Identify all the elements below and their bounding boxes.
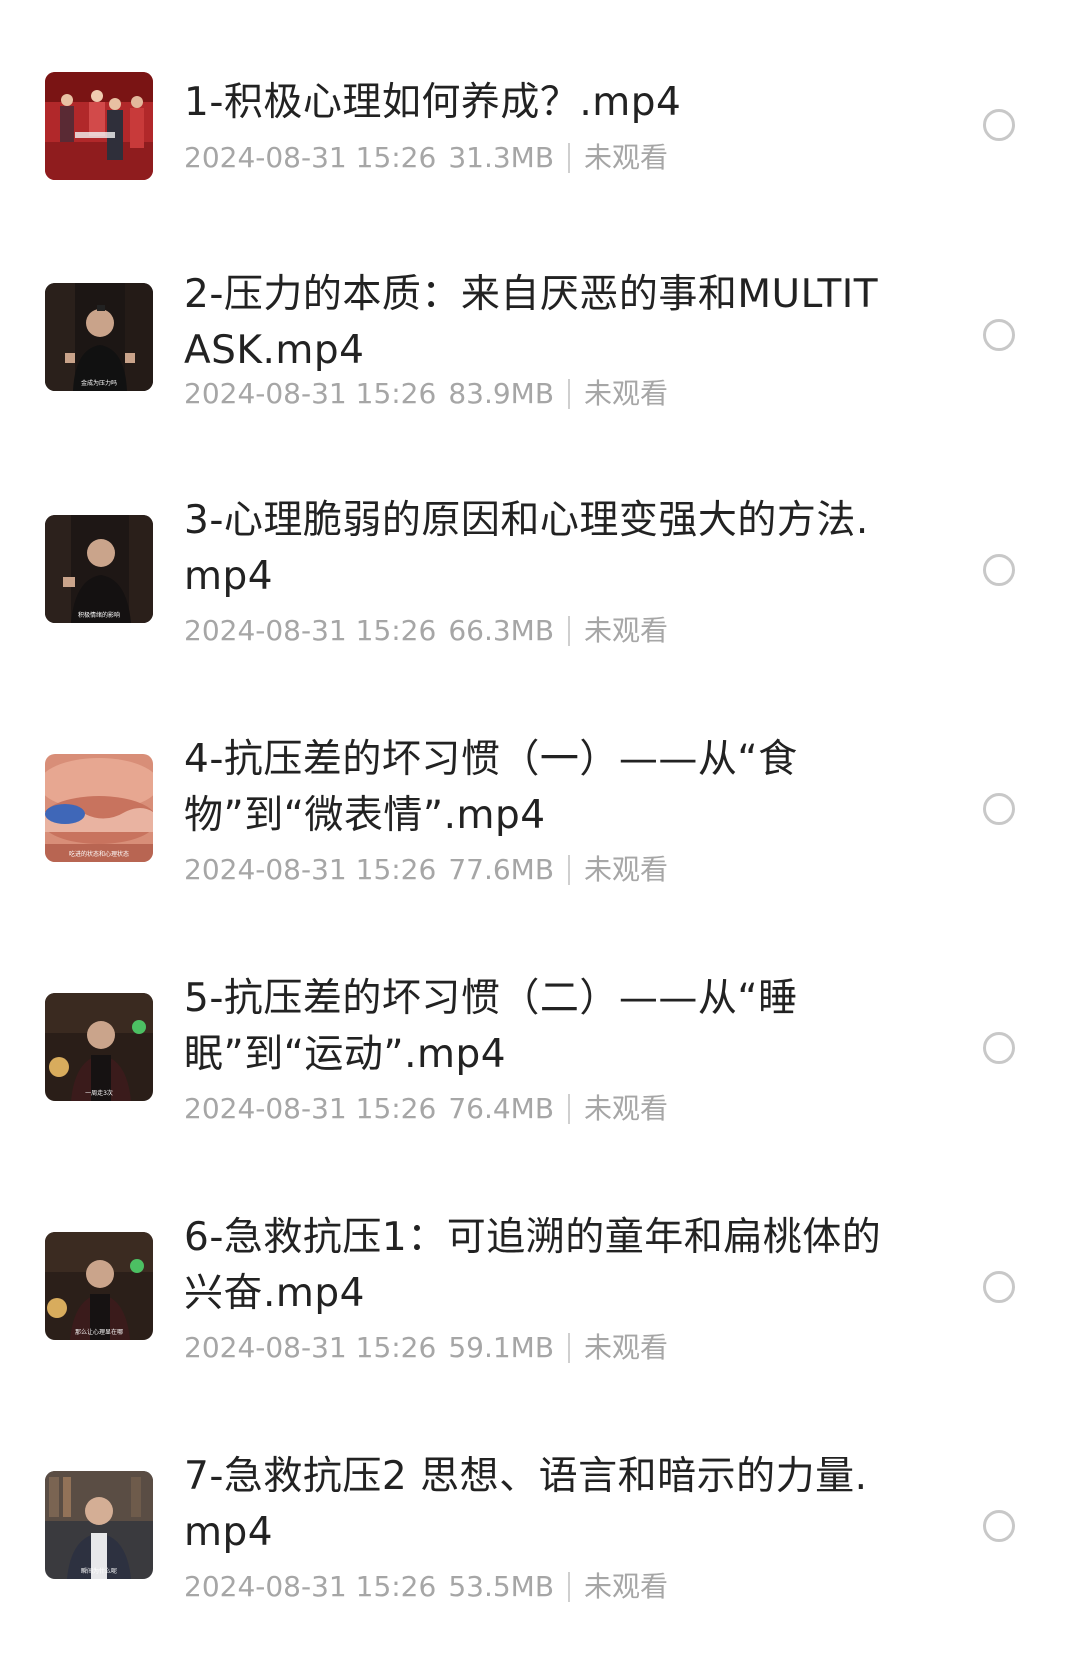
video-thumbnail: 一周走3次 — [45, 993, 153, 1101]
meta-divider — [568, 855, 571, 885]
video-thumbnail — [45, 72, 153, 180]
watch-status: 未观看 — [584, 853, 669, 886]
select-radio[interactable] — [983, 1032, 1015, 1064]
file-meta: 2024-08-31 15:26 77.6MB 未观看 — [184, 852, 668, 888]
file-name: 7-急救抗压2 思想、语言和暗示的力量.mp4 — [184, 1454, 868, 1555]
select-radio[interactable] — [983, 793, 1015, 825]
select-radio[interactable] — [983, 109, 1015, 141]
select-radio[interactable] — [983, 1271, 1015, 1303]
watch-status: 未观看 — [584, 377, 669, 410]
select-radio[interactable] — [983, 554, 1015, 586]
file-meta: 2024-08-31 15:26 66.3MB 未观看 — [184, 613, 668, 649]
meta-divider — [568, 1333, 571, 1363]
file-size: 77.6MB — [448, 853, 555, 886]
thumbnail-caption: 瞬间为什么呢 — [80, 1568, 117, 1575]
watch-status: 未观看 — [584, 1570, 669, 1603]
thumbnail-caption: 吃进的状态和心理状态 — [68, 851, 129, 858]
file-name: 4-抗压差的坏习惯（一）——从“食物”到“微表情”.mp4 — [184, 737, 798, 838]
file-list: 1-积极心理如何养成？.mp4 2024-08-31 15:26 31.3MB … — [0, 0, 1080, 1654]
file-name: 1-积极心理如何养成？.mp4 — [184, 80, 682, 125]
watch-status: 未观看 — [584, 141, 669, 174]
meta-divider — [568, 143, 571, 173]
file-date: 2024-08-31 15:26 — [184, 141, 437, 174]
thumbnail-caption: 金成为压力吗 — [80, 380, 117, 387]
watch-status: 未观看 — [584, 614, 669, 647]
video-thumbnail: 那么让心理显在哪 — [45, 1232, 153, 1340]
file-date: 2024-08-31 15:26 — [184, 1331, 437, 1364]
file-name: 5-抗压差的坏习惯（二）——从“睡眠”到“运动”.mp4 — [184, 976, 798, 1077]
file-size: 53.5MB — [448, 1570, 555, 1603]
file-date: 2024-08-31 15:26 — [184, 1092, 437, 1125]
watch-status: 未观看 — [584, 1331, 669, 1364]
file-date: 2024-08-31 15:26 — [184, 614, 437, 647]
list-item[interactable]: 吃进的状态和心理状态 4-抗压差的坏习惯（一）——从“食物”到“微表情”.mp4… — [0, 707, 1080, 907]
video-thumbnail: 瞬间为什么呢 — [45, 1471, 153, 1579]
video-thumbnail: 吃进的状态和心理状态 — [45, 754, 153, 862]
file-name: 3-心理脆弱的原因和心理变强大的方法.mp4 — [184, 498, 869, 599]
list-item[interactable]: 那么让心理显在哪 6-急救抗压1：可追溯的童年和扁桃体的兴奋.mp4 2024-… — [0, 1185, 1080, 1385]
select-radio[interactable] — [983, 1510, 1015, 1542]
file-size: 59.1MB — [448, 1331, 555, 1364]
watch-status: 未观看 — [584, 1092, 669, 1125]
list-item[interactable]: 瞬间为什么呢 7-急救抗压2 思想、语言和暗示的力量.mp4 2024-08-3… — [0, 1424, 1080, 1624]
file-meta: 2024-08-31 15:26 59.1MB 未观看 — [184, 1330, 668, 1366]
list-item[interactable]: 积极情绪的影响 3-心理脆弱的原因和心理变强大的方法.mp4 2024-08-3… — [0, 468, 1080, 668]
meta-divider — [568, 1572, 571, 1602]
file-size: 83.9MB — [448, 377, 555, 410]
list-item[interactable]: 一周走3次 5-抗压差的坏习惯（二）——从“睡眠”到“运动”.mp4 2024-… — [0, 946, 1080, 1146]
list-item[interactable]: 金成为压力吗 2-压力的本质：来自厌恶的事和MULTITASK.mp4 2024… — [0, 230, 1080, 430]
video-thumbnail: 积极情绪的影响 — [45, 515, 153, 623]
meta-divider — [568, 1094, 571, 1124]
thumbnail-caption: 积极情绪的影响 — [77, 612, 120, 619]
file-date: 2024-08-31 15:26 — [184, 1570, 437, 1603]
file-date: 2024-08-31 15:26 — [184, 377, 437, 410]
thumbnail-caption: 一周走3次 — [85, 1090, 113, 1097]
file-meta: 2024-08-31 15:26 83.9MB 未观看 — [184, 376, 668, 412]
meta-divider — [568, 616, 571, 646]
file-size: 31.3MB — [448, 141, 555, 174]
meta-divider — [568, 379, 571, 409]
file-size: 66.3MB — [448, 614, 555, 647]
file-name: 2-压力的本质：来自厌恶的事和MULTITASK.mp4 — [184, 272, 879, 373]
file-meta: 2024-08-31 15:26 76.4MB 未观看 — [184, 1091, 668, 1127]
file-meta: 2024-08-31 15:26 53.5MB 未观看 — [184, 1569, 668, 1605]
list-item[interactable]: 1-积极心理如何养成？.mp4 2024-08-31 15:26 31.3MB … — [0, 0, 1080, 200]
thumbnail-caption: 那么让心理显在哪 — [74, 1329, 123, 1336]
file-size: 76.4MB — [448, 1092, 555, 1125]
select-radio[interactable] — [983, 319, 1015, 351]
file-date: 2024-08-31 15:26 — [184, 853, 437, 886]
file-name: 6-急救抗压1：可追溯的童年和扁桃体的兴奋.mp4 — [184, 1215, 882, 1316]
file-meta: 2024-08-31 15:26 31.3MB 未观看 — [184, 140, 668, 176]
video-thumbnail: 金成为压力吗 — [45, 283, 153, 391]
